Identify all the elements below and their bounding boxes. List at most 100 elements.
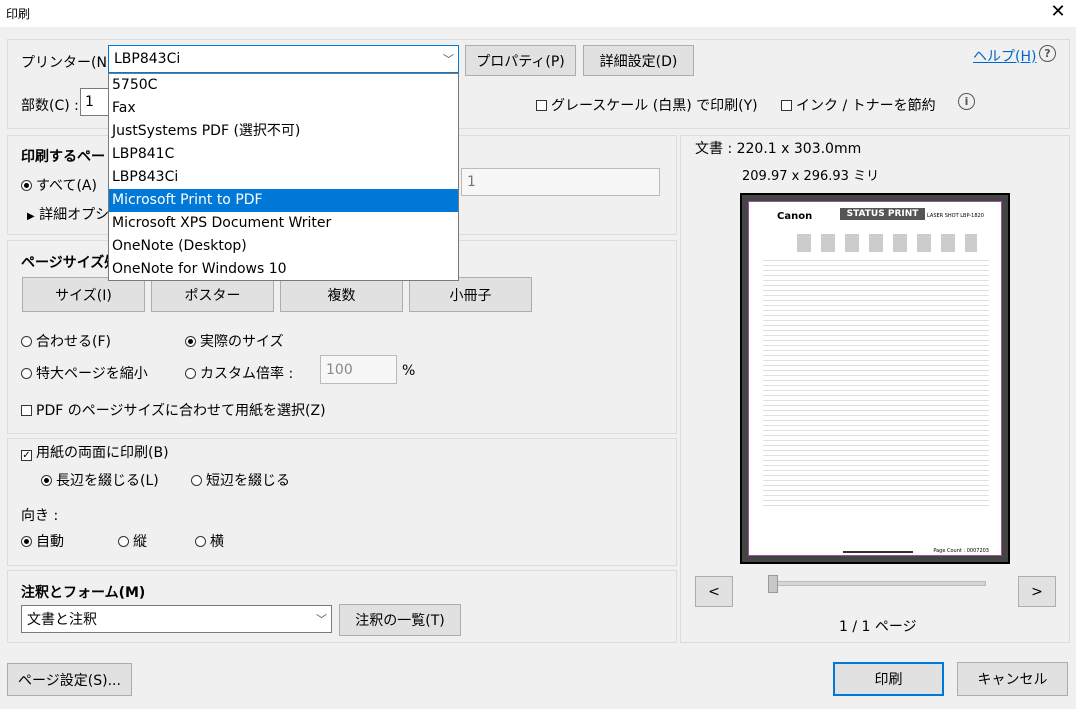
printer-option[interactable]: Fax [109, 97, 458, 120]
all-pages-radio[interactable] [21, 180, 32, 191]
properties-button[interactable]: プロパティ(P) [465, 45, 576, 76]
grayscale-label: グレースケール (白黒) で印刷(Y) [551, 98, 758, 114]
fit-label: 合わせる(F) [36, 334, 111, 350]
printer-option[interactable]: 5750C [109, 74, 458, 97]
printer-option-highlighted[interactable]: Microsoft Print to PDF [109, 189, 458, 212]
all-pages-label: すべて(A) [36, 178, 97, 194]
portrait-radio[interactable] [118, 536, 129, 547]
pages-range-input[interactable]: 1 [461, 168, 660, 196]
cancel-button[interactable]: キャンセル [957, 662, 1068, 696]
close-icon[interactable]: ✕ [1048, 2, 1068, 22]
page-model: LASER SHOT LBP-1820 [927, 213, 984, 219]
long-edge-option[interactable]: 長辺を綴じる(L) [41, 470, 159, 490]
poster-button[interactable]: ポスター [151, 277, 274, 312]
landscape-radio[interactable] [195, 536, 206, 547]
pages-heading: 印刷するペー [21, 149, 105, 165]
copies-label: 部数(C) : [21, 98, 79, 114]
printer-option[interactable]: JustSystems PDF (選択不可) [109, 120, 458, 143]
page-size-heading: ページサイズ処 [21, 255, 119, 271]
next-page-button[interactable]: > [1018, 576, 1056, 607]
long-edge-label: 長辺を綴じる(L) [56, 473, 159, 489]
choose-paper-option[interactable]: PDF のページサイズに合わせて用紙を選択(Z) [21, 400, 326, 420]
long-edge-radio[interactable] [41, 475, 52, 486]
window-title: 印刷 [6, 7, 31, 21]
choose-paper-checkbox[interactable] [21, 405, 32, 416]
grayscale-checkbox[interactable] [536, 100, 547, 111]
duplex-checkbox[interactable]: ✓ [21, 450, 32, 461]
fit-option[interactable]: 合わせる(F) [21, 331, 111, 351]
custom-scale-option[interactable]: カスタム倍率 : [185, 363, 293, 383]
triangle-right-icon: ▶ [27, 211, 35, 222]
page-footer: Page Count : 0007203 [933, 548, 989, 554]
page-brand: Canon [777, 211, 813, 222]
landscape-option[interactable]: 横 [195, 531, 224, 551]
portrait-option[interactable]: 縦 [118, 531, 147, 551]
custom-scale-radio[interactable] [185, 368, 196, 379]
annotations-select[interactable]: 文書と注釈 ﹀ [21, 605, 332, 633]
orientation-label: 向き : [21, 508, 59, 524]
chevron-down-icon: ﹀ [316, 613, 327, 626]
printer-selected-value: LBP843Ci [114, 51, 181, 67]
short-edge-radio[interactable] [191, 475, 202, 486]
actual-size-option[interactable]: 実際のサイズ [185, 331, 284, 351]
custom-scale-input[interactable]: 100 [320, 355, 397, 384]
annotations-selected-value: 文書と注釈 [27, 612, 97, 628]
all-pages-option[interactable]: すべて(A) [21, 175, 97, 195]
auto-orientation-label: 自動 [36, 534, 64, 550]
annotations-summary-button[interactable]: 注釈の一覧(T) [339, 604, 461, 636]
short-edge-option[interactable]: 短辺を綴じる [191, 470, 290, 490]
short-edge-label: 短辺を綴じる [206, 473, 290, 489]
printer-dropdown-list[interactable]: 5750C Fax JustSystems PDF (選択不可) LBP841C… [108, 73, 459, 281]
prev-page-button[interactable]: < [695, 576, 733, 607]
help-icon[interactable]: ? [1039, 45, 1056, 62]
page-bottom-bar [843, 551, 913, 553]
printer-option[interactable]: LBP843Ci [109, 166, 458, 189]
fit-radio[interactable] [21, 336, 32, 347]
page-slider-thumb[interactable] [768, 575, 778, 593]
landscape-label: 横 [210, 534, 224, 550]
actual-size-radio[interactable] [185, 336, 196, 347]
printer-label: プリンター(N) : [21, 55, 122, 71]
advanced-button[interactable]: 詳細設定(D) [583, 45, 694, 76]
printer-option[interactable]: OneNote for Windows 10 [109, 258, 458, 281]
auto-orientation-radio[interactable] [21, 536, 32, 547]
printer-option[interactable]: LBP841C [109, 143, 458, 166]
page-setup-button[interactable]: ページ設定(S)... [7, 663, 132, 696]
page-text-body [763, 260, 989, 510]
annotations-heading: 注釈とフォーム(M) [21, 585, 146, 601]
more-options-toggle[interactable]: ▶ 詳細オプシ [27, 204, 109, 224]
page-icon-row [797, 234, 977, 252]
chevron-down-icon: ﹀ [443, 53, 454, 66]
page-heading: STATUS PRINT [840, 208, 925, 220]
printer-option[interactable]: Microsoft XPS Document Writer [109, 212, 458, 235]
grayscale-option[interactable]: グレースケール (白黒) で印刷(Y) [536, 95, 758, 115]
save-ink-checkbox[interactable] [781, 100, 792, 111]
shrink-label: 特大ページを縮小 [36, 366, 148, 382]
info-icon[interactable]: i [958, 93, 975, 110]
save-ink-option[interactable]: インク / トナーを節約 [781, 95, 936, 115]
title-bar: 印刷 ✕ [0, 0, 1076, 27]
duplex-option[interactable]: ✓ 用紙の両面に印刷(B) [21, 442, 169, 462]
size-button[interactable]: サイズ(I) [22, 277, 145, 312]
percent-label: % [402, 363, 416, 379]
more-options-label: 詳細オプシ [39, 207, 110, 223]
portrait-label: 縦 [133, 534, 147, 550]
booklet-button[interactable]: 小冊子 [409, 277, 532, 312]
preview-frame: Canon STATUS PRINT LASER SHOT LBP-1820 P… [740, 193, 1010, 564]
printer-option[interactable]: OneNote (Desktop) [109, 235, 458, 258]
choose-paper-label: PDF のページサイズに合わせて用紙を選択(Z) [36, 403, 326, 419]
help-link[interactable]: ヘルプ(H) [973, 46, 1036, 66]
printer-select[interactable]: LBP843Ci ﹀ [108, 45, 459, 73]
shrink-option[interactable]: 特大ページを縮小 [21, 363, 148, 383]
multiple-button[interactable]: 複数 [280, 277, 403, 312]
actual-size-label: 実際のサイズ [200, 334, 284, 350]
duplex-label: 用紙の両面に印刷(B) [36, 445, 169, 461]
preview-page: Canon STATUS PRINT LASER SHOT LBP-1820 P… [748, 201, 1002, 556]
custom-scale-label: カスタム倍率 : [200, 366, 294, 382]
print-button[interactable]: 印刷 [833, 662, 944, 696]
page-slider-track[interactable] [770, 581, 986, 586]
page-indicator: 1 / 1 ページ [839, 619, 917, 635]
shrink-radio[interactable] [21, 368, 32, 379]
auto-orientation-option[interactable]: 自動 [21, 531, 64, 551]
save-ink-label: インク / トナーを節約 [796, 98, 936, 114]
